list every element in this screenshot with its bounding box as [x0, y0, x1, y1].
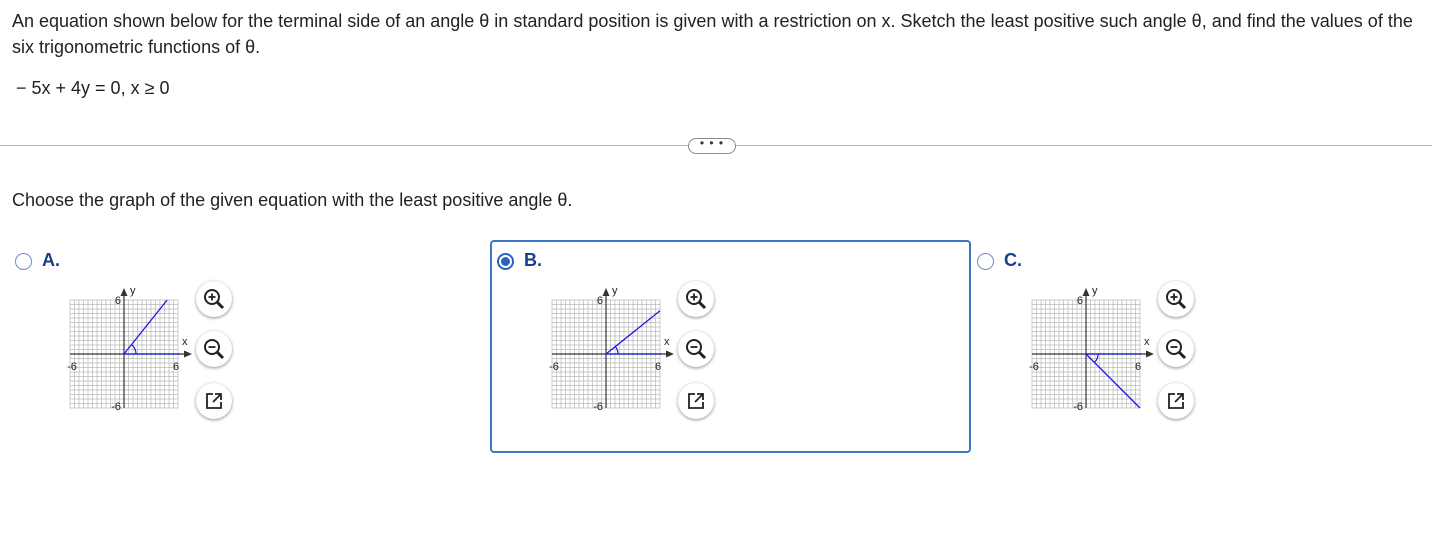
- zoom-in-icon: [1166, 289, 1187, 310]
- option-c-zoom-out-button[interactable]: [1158, 331, 1194, 367]
- option-a-label: A.: [42, 250, 60, 270]
- option-a-radio[interactable]: [15, 253, 32, 270]
- x-axis-arrow: [666, 350, 674, 358]
- option-a-open-button[interactable]: [196, 383, 232, 419]
- zoom-in-icon: [204, 289, 225, 310]
- x-axis-label: x: [664, 336, 670, 348]
- tick-label-y-pos: 6: [115, 295, 121, 307]
- zoom-out-icon: [686, 339, 707, 360]
- tick-label-x-pos: 6: [173, 361, 179, 373]
- tick-label-y-pos: 6: [597, 295, 603, 307]
- zoom-out-icon: [1166, 339, 1187, 360]
- option-b-label: B.: [524, 250, 542, 270]
- more-button[interactable]: • • •: [688, 137, 736, 154]
- open-external-icon: [688, 393, 704, 409]
- option-b[interactable]: B. y x 6 -6 -6 6: [496, 250, 736, 430]
- x-axis-arrow: [1146, 350, 1154, 358]
- x-axis-label: x: [182, 336, 188, 348]
- y-axis-arrow: [602, 288, 610, 296]
- option-a[interactable]: A. y x 6 -6 -6 6: [14, 250, 254, 430]
- y-axis-label: y: [612, 285, 618, 297]
- tick-label-y-neg: -6: [1073, 401, 1083, 413]
- open-external-icon: [206, 393, 222, 409]
- zoom-in-icon: [686, 289, 707, 310]
- angle-arc: [614, 346, 619, 355]
- option-c[interactable]: C. y x 6 -6 -6 6: [976, 250, 1216, 430]
- y-axis-arrow: [120, 288, 128, 296]
- tick-label-x-pos: 6: [1135, 361, 1141, 373]
- tick-label-x-neg: -6: [67, 361, 77, 373]
- option-c-zoom-in-button[interactable]: [1158, 281, 1194, 317]
- tick-label-y-pos: 6: [1077, 295, 1083, 307]
- zoom-out-icon: [204, 339, 225, 360]
- tick-label-y-neg: -6: [593, 401, 603, 413]
- y-axis-label: y: [1092, 285, 1098, 297]
- option-b-zoom-out-button[interactable]: [678, 331, 714, 367]
- option-c-graph: y x 6 -6 -6 6: [1029, 285, 1154, 413]
- x-axis-label: x: [1144, 336, 1150, 348]
- y-axis-arrow: [1082, 288, 1090, 296]
- option-b-radio[interactable]: [497, 253, 514, 270]
- prompt-text: Choose the graph of the given equation w…: [12, 190, 573, 210]
- tick-label-y-neg: -6: [111, 401, 121, 413]
- option-b-graph: y x 6 -6 -6 6: [549, 285, 674, 413]
- option-c-radio[interactable]: [977, 253, 994, 270]
- option-a-graph: y x 6 -6 -6 6: [67, 285, 192, 413]
- x-axis-arrow: [184, 350, 192, 358]
- tick-label-x-neg: -6: [549, 361, 559, 373]
- option-c-open-button[interactable]: [1158, 383, 1194, 419]
- option-a-zoom-out-button[interactable]: [196, 331, 232, 367]
- option-a-zoom-in-button[interactable]: [196, 281, 232, 317]
- equation: − 5x + 4y = 0, x ≥ 0: [16, 78, 170, 98]
- tick-label-x-pos: 6: [655, 361, 661, 373]
- open-external-icon: [1168, 393, 1184, 409]
- option-b-open-button[interactable]: [678, 383, 714, 419]
- option-b-zoom-in-button[interactable]: [678, 281, 714, 317]
- y-axis-label: y: [130, 285, 136, 297]
- tick-label-x-neg: -6: [1029, 361, 1039, 373]
- option-c-label: C.: [1004, 250, 1022, 270]
- question-text: An equation shown below for the terminal…: [12, 11, 1413, 57]
